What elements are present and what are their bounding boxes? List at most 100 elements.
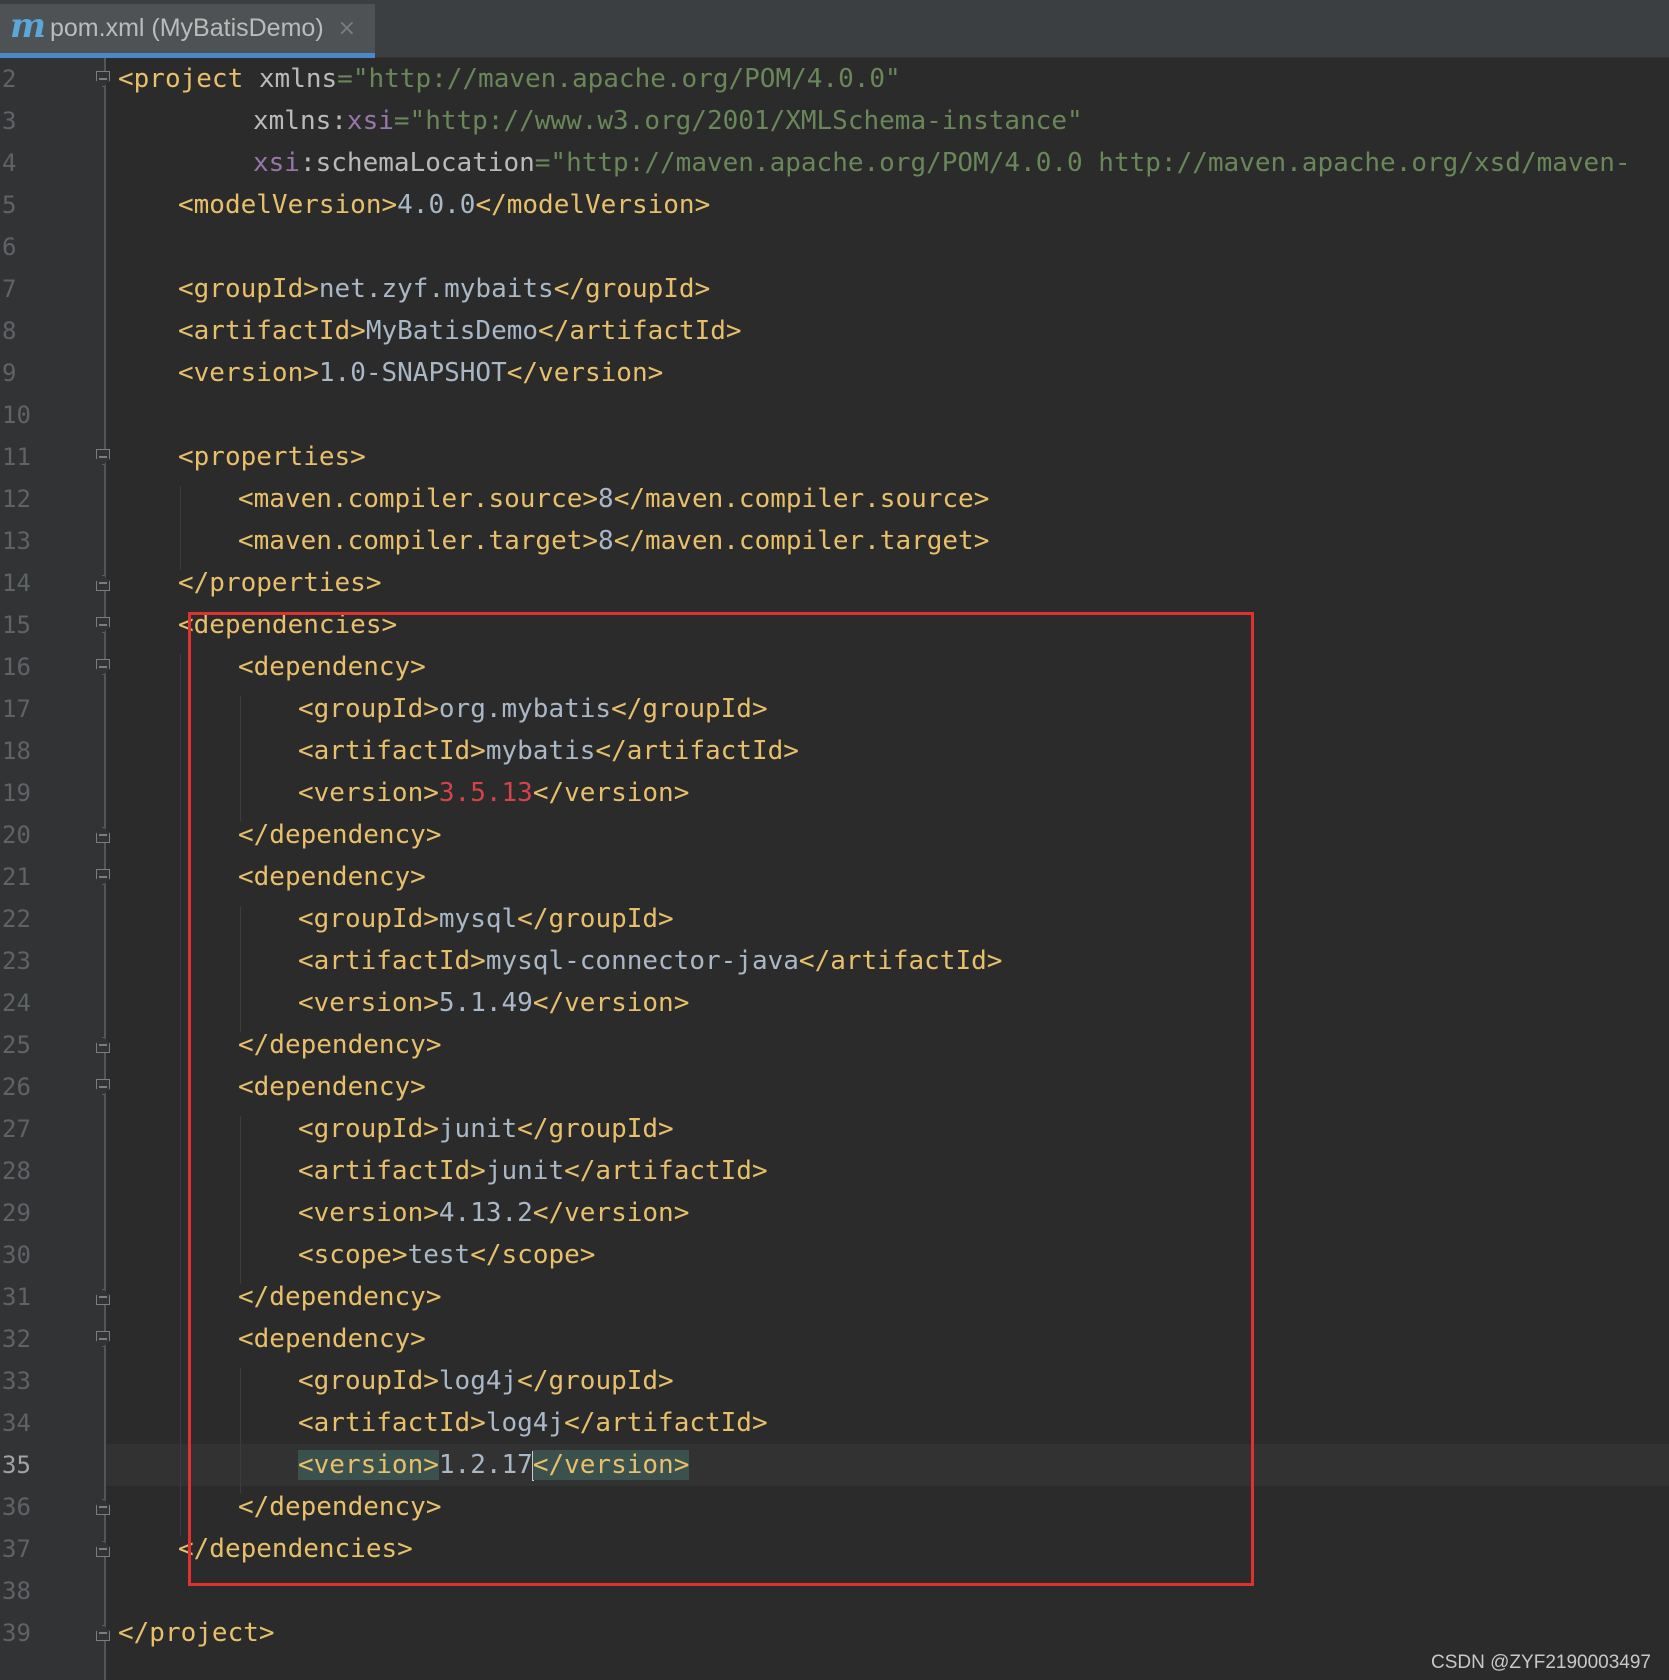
code-line[interactable]: <groupId>junit</groupId> <box>298 1108 674 1150</box>
code-token: MyBatisDemo <box>365 316 539 346</box>
line-number: 35 <box>2 1451 31 1479</box>
code-token: <groupId> <box>178 274 319 304</box>
code-token: xsi <box>346 106 394 136</box>
line-number: 7 <box>2 275 17 303</box>
code-line[interactable]: <artifactId>log4j</artifactId> <box>298 1402 768 1444</box>
code-line[interactable]: <modelVersion>4.0.0</modelVersion> <box>178 184 710 226</box>
line-number: 3 <box>2 107 17 135</box>
line-number: 39 <box>2 1619 31 1647</box>
indent-guide <box>240 1116 241 1284</box>
code-token: junit <box>438 1114 518 1144</box>
line-number: 23 <box>2 947 31 975</box>
line-number: 36 <box>2 1493 31 1521</box>
code-token: </version> <box>532 778 690 808</box>
code-token: <artifactId> <box>178 316 366 346</box>
code-line[interactable]: <project xmlns="http://maven.apache.org/… <box>118 58 901 100</box>
code-line[interactable]: </dependency> <box>238 814 442 856</box>
code-token: </artifactId> <box>798 946 1003 976</box>
code-token: </artifactId> <box>538 316 742 346</box>
code-token: <groupId> <box>298 1366 439 1396</box>
code-line[interactable]: <maven.compiler.source>8</maven.compiler… <box>238 478 989 520</box>
code-token: <artifactId> <box>298 1408 486 1438</box>
code-token: org.mybatis <box>438 694 612 724</box>
code-line[interactable]: <artifactId>junit</artifactId> <box>298 1150 768 1192</box>
tab-pom-xml[interactable]: m pom.xml (MyBatisDemo) × <box>0 4 375 58</box>
code-line[interactable]: </dependency> <box>238 1486 442 1528</box>
code-line[interactable]: <dependency> <box>238 856 426 898</box>
line-number: 4 <box>2 149 17 177</box>
line-number: 27 <box>2 1115 31 1143</box>
code-line[interactable]: </project> <box>118 1612 275 1654</box>
code-editor[interactable]: 2 3 4 5 6 7 8 9 10 11 12 13 14 15 16 17 18 19 20 21 22 23 24 25… <box>0 58 1669 1680</box>
line-number: 38 <box>2 1577 31 1605</box>
code-token: <dependency> <box>238 652 426 682</box>
line-number: 16 <box>2 653 31 681</box>
code-line[interactable]: <groupId>mysql</groupId> <box>298 898 674 940</box>
line-number: 2 <box>2 65 17 93</box>
line-number: 22 <box>2 905 31 933</box>
code-token: <maven.compiler.source> <box>238 484 599 514</box>
code-line[interactable]: <groupId>net.zyf.mybaits</groupId> <box>178 268 710 310</box>
code-token: mybatis <box>485 736 596 766</box>
code-token: <maven.compiler.target> <box>238 526 599 556</box>
code-line[interactable]: <scope>test</scope> <box>298 1234 595 1276</box>
code-line[interactable]: <dependency> <box>238 1318 426 1360</box>
code-token: <dependency> <box>238 862 426 892</box>
line-number: 25 <box>2 1031 31 1059</box>
code-token: <scope> <box>298 1240 408 1270</box>
line-number: 11 <box>2 443 31 471</box>
code-line[interactable]: <maven.compiler.target>8</maven.compiler… <box>238 520 989 562</box>
code-token: </project> <box>118 1618 275 1648</box>
line-number: 17 <box>2 695 31 723</box>
line-number: 9 <box>2 359 17 387</box>
code-line[interactable]: <version>1.2.17</version> <box>298 1444 690 1486</box>
code-line[interactable]: <artifactId>MyBatisDemo</artifactId> <box>178 310 742 352</box>
code-token: </dependency> <box>238 820 442 850</box>
code-line[interactable]: xsi:schemaLocation="http://maven.apache.… <box>253 142 1631 184</box>
line-number: 31 <box>2 1283 31 1311</box>
code-token: 3.5.13 <box>438 778 533 808</box>
code-token: </dependency> <box>238 1492 442 1522</box>
code-token: 5.1.49 <box>438 988 533 1018</box>
code-token: </groupId> <box>517 1366 674 1396</box>
code-line[interactable]: </dependency> <box>238 1024 442 1066</box>
line-number: 19 <box>2 779 31 807</box>
line-number: 6 <box>2 233 17 261</box>
code-line[interactable]: <artifactId>mysql-connector-java</artifa… <box>298 940 1002 982</box>
code-line[interactable]: </properties> <box>178 562 382 604</box>
code-line[interactable]: <dependencies> <box>178 604 397 646</box>
code-line[interactable]: <artifactId>mybatis</artifactId> <box>298 730 799 772</box>
code-line[interactable]: <groupId>org.mybatis</groupId> <box>298 688 768 730</box>
line-number: 18 <box>2 737 31 765</box>
code-token: <groupId> <box>298 1114 439 1144</box>
code-line[interactable]: xmlns:xsi="http://www.w3.org/2001/XMLSch… <box>253 100 1083 142</box>
code-token: mysql-connector-java <box>485 946 799 976</box>
code-token: </scope> <box>470 1240 596 1270</box>
code-token: </modelVersion> <box>475 190 711 220</box>
code-line[interactable]: </dependency> <box>238 1276 442 1318</box>
code-token: test <box>407 1240 471 1270</box>
code-token: </artifactId> <box>564 1408 768 1438</box>
code-token: 8 <box>598 484 614 514</box>
line-number: 8 <box>2 317 17 345</box>
code-line[interactable]: <properties> <box>178 436 366 478</box>
code-line[interactable]: </dependencies> <box>178 1528 413 1570</box>
editor-tab-bar: m pom.xml (MyBatisDemo) × <box>0 0 1669 58</box>
indent-guide <box>180 486 181 570</box>
indent-guide <box>240 696 241 822</box>
code-line[interactable]: <dependency> <box>238 1066 426 1108</box>
code-token: <groupId> <box>298 904 439 934</box>
code-line[interactable]: <version>5.1.49</version> <box>298 982 689 1024</box>
code-token: </groupId> <box>517 904 674 934</box>
code-line[interactable]: <dependency> <box>238 646 426 688</box>
code-line[interactable]: <groupId>log4j</groupId> <box>298 1360 674 1402</box>
indent-guide <box>180 654 181 1536</box>
code-token: 4.13.2 <box>438 1198 533 1228</box>
close-icon[interactable]: × <box>338 16 356 41</box>
code-token: </maven.compiler.target> <box>613 526 990 556</box>
code-line[interactable]: <version>4.13.2</version> <box>298 1192 689 1234</box>
code-token: <version> <box>298 988 439 1018</box>
code-line[interactable]: <version>1.0-SNAPSHOT</version> <box>178 352 663 394</box>
code-line[interactable]: <version>3.5.13</version> <box>298 772 689 814</box>
code-token: <dependency> <box>238 1072 426 1102</box>
